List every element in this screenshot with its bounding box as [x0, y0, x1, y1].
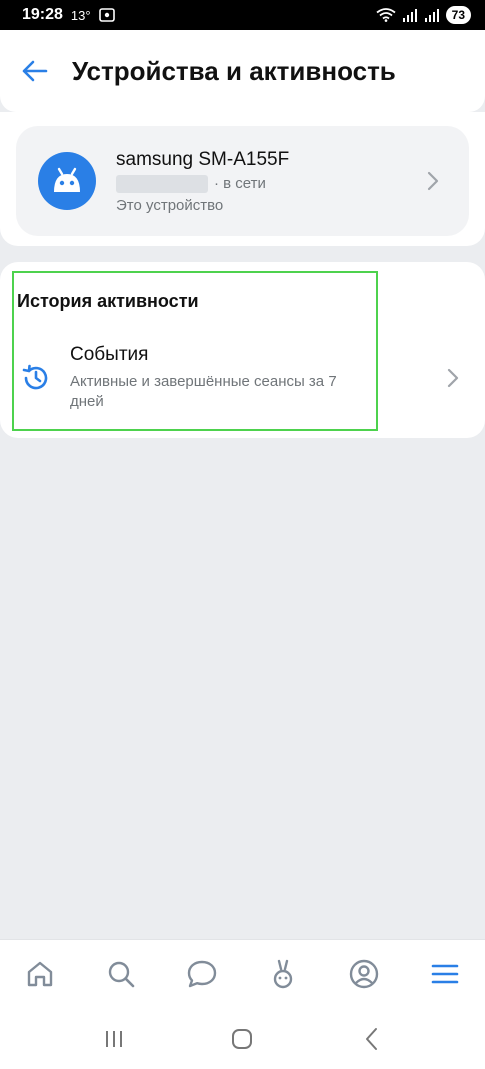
- status-time: 19:28: [22, 6, 63, 23]
- back-button[interactable]: [14, 51, 54, 91]
- chevron-right-icon: [427, 171, 439, 191]
- nav-menu-button[interactable]: [421, 950, 469, 998]
- signal-icon: [402, 9, 417, 22]
- android-icon: [54, 167, 80, 192]
- nav-profile-button[interactable]: [340, 950, 388, 998]
- page-title: Устройства и активность: [72, 55, 396, 86]
- current-device-card[interactable]: samsung SM-A155F · в сети Это устройство: [16, 126, 469, 236]
- search-icon: [109, 961, 135, 988]
- arrow-left-icon: [22, 60, 48, 82]
- nav-clips-button[interactable]: [259, 950, 307, 998]
- device-online-status: · в сети: [214, 175, 266, 192]
- events-title: События: [70, 344, 149, 365]
- back-system-button[interactable]: [346, 1019, 396, 1059]
- battery-level: 73: [445, 6, 471, 24]
- events-row[interactable]: События Активные и завершённые сеансы за…: [0, 336, 485, 420]
- recents-button[interactable]: [89, 1019, 139, 1059]
- device-chevron: [421, 169, 445, 193]
- nav-messages-button[interactable]: [178, 950, 226, 998]
- menu-icon: [431, 964, 458, 984]
- chevron-left-icon: [365, 1027, 377, 1050]
- chat-icon: [187, 960, 217, 988]
- history-clock-icon: [22, 364, 48, 390]
- nav-search-button[interactable]: [97, 950, 145, 998]
- activity-section-title: История активности: [17, 291, 199, 311]
- screen-recorder-icon: [98, 8, 115, 22]
- wifi-icon: [376, 8, 396, 22]
- home-icon: [28, 961, 53, 987]
- recents-icon: [106, 1030, 123, 1047]
- events-subtitle: Активные и завершённые сеансы за 7 дней: [70, 373, 337, 410]
- history-icon-wrap: [18, 360, 54, 396]
- home-square-icon: [232, 1028, 253, 1049]
- events-chevron: [441, 366, 465, 390]
- nav-home-button[interactable]: [16, 950, 64, 998]
- status-temperature: 13°: [70, 7, 91, 23]
- app-header: Устройства и активность: [0, 30, 485, 112]
- profile-icon: [349, 959, 378, 989]
- signal-icon-2: [424, 9, 439, 22]
- device-name: samsung SM-A155F: [116, 148, 290, 170]
- clips-icon: [273, 959, 293, 989]
- bottom-navigation: [0, 939, 485, 1008]
- chevron-right-icon: [447, 368, 459, 388]
- status-bar: 19:28 13° 73: [0, 0, 485, 30]
- redacted-location: [116, 174, 208, 193]
- device-avatar: [38, 152, 96, 210]
- device-status: · в сети: [116, 174, 421, 193]
- system-navigation: [0, 1008, 485, 1069]
- home-system-button[interactable]: [217, 1019, 267, 1059]
- device-subtitle: Это устройство: [116, 196, 224, 214]
